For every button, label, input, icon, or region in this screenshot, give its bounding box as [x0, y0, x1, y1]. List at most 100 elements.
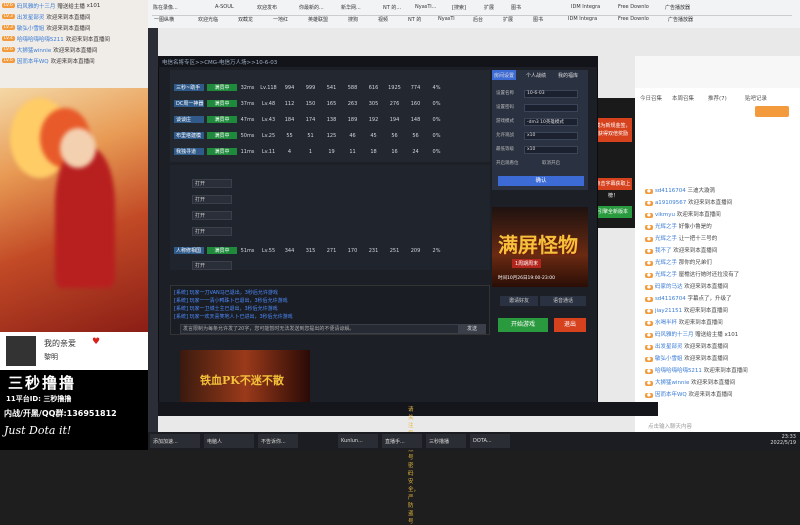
browser-tab[interactable]: 扩展	[481, 1, 506, 13]
room-row[interactable]: 我独寻道 满员中 11ms Lv.11 4 1 19 11 18 16 24 0%	[174, 146, 486, 157]
exit-button[interactable]: 退出	[554, 318, 586, 332]
chat-message: ● 光辉之手 好像小鲁是的	[645, 224, 712, 230]
streamer-overlay: LV.6 码风雅的十三月 赠送给主播 x101 LV.3 出发星部灵 欢迎来到本直播间 …	[0, 0, 148, 450]
bookmark[interactable]: 扩展	[503, 16, 513, 26]
slot-select[interactable]: 打开	[192, 227, 232, 236]
bookmark[interactable]: IDM Integra	[568, 16, 597, 26]
system-clock: 23:33 2022/5/19	[770, 434, 796, 446]
voice-call-button[interactable]: 语音通话	[540, 296, 586, 306]
heart-icon: ♥	[92, 337, 101, 347]
taskbar-item[interactable]: Kunlun...	[338, 434, 378, 448]
room-row[interactable]: 布里塔建模 满员中 50ms Lv.25 55 51 125 46 45 56 56 0%	[174, 130, 486, 141]
room-row[interactable]: 三秒~助手 满员中 32ms Lv.118 994 999 541 588 616 1925 77…	[174, 82, 486, 93]
slot-list: 打开 打开 打开 打开 人称修相国 满员中 51ms Lv.55 344 315 271 1…	[170, 165, 490, 270]
browser-tab[interactable]: A-SOUL	[212, 1, 252, 13]
bookmark[interactable]: 图书	[533, 16, 543, 26]
browser-tab[interactable]: NyasTi...	[412, 1, 447, 13]
taskbar-item[interactable]: 添加加速...	[150, 434, 200, 448]
bookmark[interactable]: NyasTi	[438, 16, 455, 26]
min-level-select[interactable]: x10	[524, 146, 578, 154]
chat-message: ● sd4116704 三迪大漩涡	[645, 188, 716, 194]
browser-tab[interactable]: [搜索]	[449, 1, 479, 13]
browser-tab[interactable]: 广告播放器	[662, 1, 707, 13]
send-button[interactable]: 发送	[458, 324, 486, 334]
taskbar-item[interactable]: DOTA...	[470, 434, 510, 448]
chat-message: ● 哈嗨哈嗨哈嗨5211 欢迎来到本直播间	[645, 368, 748, 374]
slot-select[interactable]: 打开	[192, 211, 232, 220]
left-chat-row: LV.6 因而本年WQ 欢迎来到本直播间	[2, 58, 95, 65]
tab-week[interactable]: 本周召集	[672, 94, 694, 102]
chat-input[interactable]: 点击输入聊天内容	[648, 422, 692, 432]
browser-tab[interactable]: 欢迎发布	[254, 1, 294, 13]
chat-message: ● a19109567 欢迎来到本直播间	[645, 200, 733, 206]
chat-message: ● 出发星部灵 欢迎来到本直播间	[645, 344, 729, 350]
dota-title: 电信名将专区>>CMG-电信万人场>>10-6-03	[158, 56, 598, 67]
tab-recommend[interactable]: 推荐(7)	[708, 94, 727, 102]
event-poster[interactable]: 满屏怪物 1周期周末 时间10月26日19:00-23:00	[492, 207, 588, 287]
bookmark[interactable]: 后台	[473, 16, 483, 26]
bookmark[interactable]: 一图纵横	[154, 16, 174, 26]
chat-message: ● vikmyu 欢迎来到本直播间	[645, 212, 721, 218]
bookmark[interactable]: 双截龙	[238, 16, 253, 26]
bookmark[interactable]: 英雄联盟	[308, 16, 328, 26]
game-mode-select[interactable]: -dm3 10英雄模式	[524, 118, 578, 126]
taskbar-item[interactable]: 不告诉你...	[258, 434, 298, 448]
slot-select[interactable]: 打开	[192, 195, 232, 204]
game-chat-input[interactable]: 发言限制为每条允许发了20字，您可能暂时无法发送到您提出的不便请谅解。	[180, 324, 480, 334]
browser-tab[interactable]: 陈在录像...	[150, 1, 210, 13]
room-password-field[interactable]	[524, 104, 578, 112]
bookmark[interactable]: 视频	[378, 16, 388, 26]
room-name-field[interactable]: 10-6-03	[524, 90, 578, 98]
tab-today[interactable]: 今日召集	[640, 94, 662, 102]
ad-banner[interactable]: 铁血PK不迷不散	[180, 350, 310, 402]
taskbar-item[interactable]: 电脑人	[204, 434, 254, 448]
slot-select[interactable]: 打开	[192, 179, 232, 188]
chat-message: ● jiay21151 欢迎来到本直播间	[645, 308, 728, 314]
spectate-select[interactable]: x10	[524, 132, 578, 140]
tab-history[interactable]: 贴吧记录	[745, 94, 767, 102]
room-row[interactable]: 谈谈庄 满员中 47ms Lv.43 184 174 138 189 192 194 148 0%	[174, 114, 486, 125]
bookmark[interactable]: Free Downlo	[618, 16, 649, 26]
browser-chrome: 陈在录像... A-SOUL 欢迎发布 你最新的... 新华网... NT 的.…	[148, 0, 800, 28]
chat-message: ● 光辉之手 那你的兄弟们	[645, 260, 712, 266]
promo-button[interactable]: 成为新规金签，获得双倍奖励	[594, 118, 632, 142]
left-chat-row: LV.6 大狮猛winnie 欢迎来到本直播间	[2, 47, 98, 54]
room-row[interactable]: 人称修相国 满员中 51ms Lv.55 344 315 271 170 231 251 209 2…	[174, 245, 486, 256]
invite-friends-button[interactable]: 邀请好友	[500, 296, 538, 306]
anime-character-avatar	[0, 88, 148, 332]
spectator-toggle[interactable]: 取消开启	[542, 160, 630, 168]
bookmark[interactable]: 搜狗	[348, 16, 358, 26]
follow-button[interactable]	[755, 106, 789, 117]
browser-tab[interactable]: 新华网...	[338, 1, 378, 13]
confirm-button[interactable]: 确认	[498, 176, 584, 186]
taskbar: 添加加速... 电脑人 不告诉你... Kunlun... 直播手... 三秒撸…	[148, 432, 800, 450]
browser-tab[interactable]: 图书	[508, 1, 533, 13]
taskbar-item[interactable]: 三秒撸播	[426, 434, 466, 448]
avatar	[6, 336, 36, 366]
chat-message: ● 大狮猛winnie 欢迎来到本直播间	[645, 380, 736, 386]
left-chat-row: LV.3 出发星部灵 欢迎来到本直播间	[2, 14, 91, 21]
room-row[interactable]: DC周一神器 满员中 37ms Lv.48 112 150 165 263 305 276 160…	[174, 98, 486, 109]
slot-select[interactable]: 打开	[192, 261, 232, 270]
tab-room-settings[interactable]: 房间设置	[492, 70, 517, 80]
bookmark[interactable]: 欢迎光临	[198, 16, 218, 26]
promo-button[interactable]: 引擎全新版本	[594, 206, 632, 218]
promo-button[interactable]: 点击字幕获取上榜！	[594, 178, 632, 199]
bookmark[interactable]: 一地红	[273, 16, 288, 26]
left-chat-row: LV.3 敏弘小雪姐 欢迎来到本直播间	[2, 25, 91, 32]
browser-tab[interactable]: IDM Integra	[568, 1, 613, 13]
chat-message: ● 光辉之手 让一把十三号的	[645, 236, 718, 242]
tab-my-store[interactable]: 我的福库	[556, 70, 580, 80]
browser-tab[interactable]: NT 的...	[380, 1, 410, 13]
tab-personal-record[interactable]: 个人战绩	[524, 70, 548, 80]
start-game-button[interactable]: 开始游戏	[498, 318, 548, 332]
security-footer: 请关注您的账号密码安全，严防盗号	[158, 402, 658, 525]
bookmark[interactable]: 广告播放器	[668, 16, 693, 26]
left-chat-row: LV.4 哈嗨哈嗨哈嗨5211 欢迎来到本直播间	[2, 36, 110, 43]
taskbar-item[interactable]: 直播手...	[382, 434, 422, 448]
browser-tab[interactable]: Free Downlo	[615, 1, 660, 13]
chat-message: ● 码风雅的十三月 赠送给主播 x101	[645, 332, 739, 338]
bookmark[interactable]: NT 的	[408, 16, 421, 26]
room-settings-panel: 房间设置 个人战绩 我的福库 设置名称 10-6-03 设置密码 游戏模式 -d…	[492, 70, 588, 190]
browser-tab[interactable]: 你最新的...	[296, 1, 336, 13]
